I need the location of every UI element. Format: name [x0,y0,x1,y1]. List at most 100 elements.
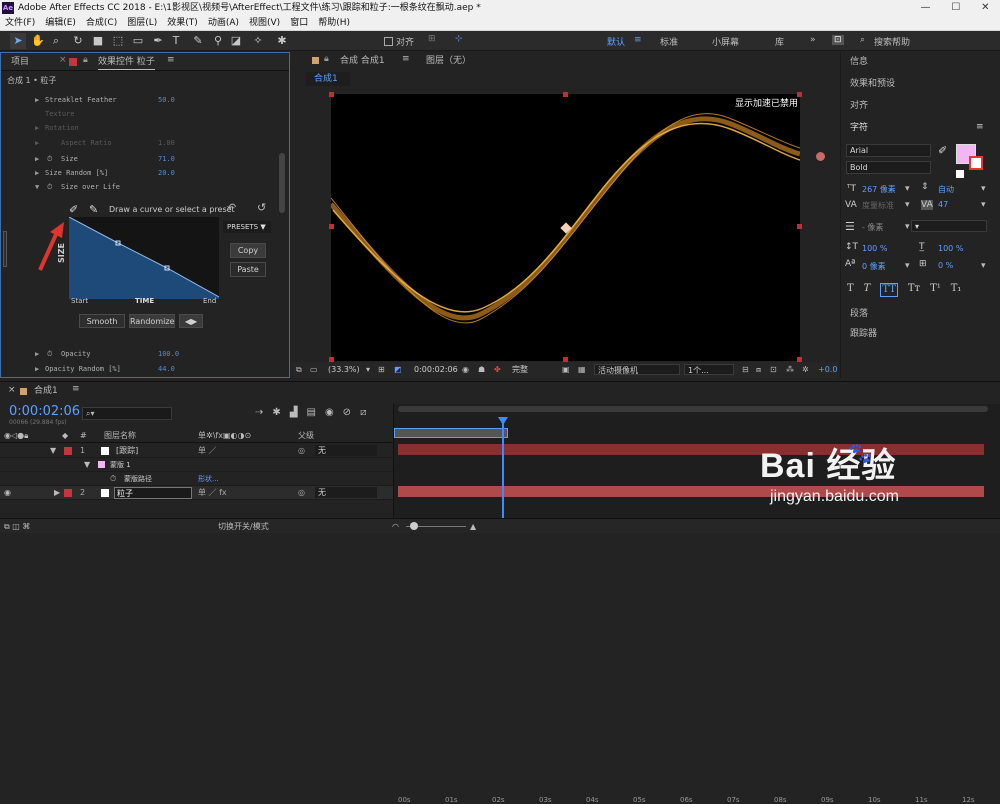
mask-name[interactable]: 蒙版 1 [110,458,131,472]
leading-value[interactable]: 自动 [938,184,954,195]
tab-effect-controls[interactable]: 效果控件 粒子 [98,55,155,70]
panel-menu-icon[interactable]: ≡ [976,122,984,132]
camera-tool-icon[interactable]: ■ [90,33,106,49]
workspace-more-icon[interactable]: » [810,35,816,45]
stroke-type-dropdown[interactable]: ▾ [911,220,987,232]
effects-presets-tab[interactable]: 效果和预设 [850,77,895,91]
kerning-value[interactable]: 度量标准 [862,200,894,211]
pickwhip-icon[interactable]: ◎ [298,444,305,458]
handle-mr[interactable] [797,224,802,229]
menu-animation[interactable]: 动画(A) [203,16,244,30]
panel-menu-icon[interactable]: ≡ [167,55,175,65]
rotate-tool-icon[interactable]: ↻ [70,33,86,49]
shy-layers-icon[interactable]: ▟ [290,407,298,421]
selection-tool-icon[interactable]: ➤ [10,33,26,49]
side-handle[interactable] [3,231,7,267]
subscript-button[interactable]: T₁ [951,283,962,297]
zoom-tool-icon[interactable]: ⌕ [48,33,64,49]
stopwatch-icon[interactable]: ⏱ [47,347,52,361]
clone-tool-icon[interactable]: ⚲ [210,33,226,49]
snap-checkbox[interactable] [384,37,393,46]
handle-tr[interactable] [797,92,802,97]
flip-button[interactable]: ◀▶ [179,314,203,328]
snap-option-icon[interactable]: ⊞ [428,34,436,44]
randomize-button[interactable]: Randomize [129,314,175,328]
layer-label-color[interactable] [64,489,72,497]
layer-row[interactable]: ▼ 1 [跟踪] 单 ／ ◎ 无 [0,444,393,458]
menu-edit[interactable]: 编辑(E) [40,16,81,30]
text-tool-icon[interactable]: T [168,33,184,49]
work-area-bar[interactable] [394,428,508,438]
menu-window[interactable]: 窗口 [285,16,313,30]
align-panel-tab[interactable]: 对齐 [850,99,868,113]
tab-composition[interactable]: 合成 合成1 [340,54,385,68]
menu-view[interactable]: 视图(V) [244,16,285,30]
brush-tool-icon[interactable]: ✎ [190,33,206,49]
panel-menu-icon[interactable]: ≡ [402,54,410,64]
horizontal-scale-value[interactable]: 100 % [938,244,963,253]
eyedropper-icon[interactable]: ✐ [69,203,78,216]
views-dropdown[interactable]: 1个... [684,364,734,375]
property-row[interactable]: ▶ Rotation [1,121,287,135]
timeline-search-input[interactable]: ⌕▾ [82,407,172,420]
reset-icon[interactable]: ↺ [257,201,266,214]
minimize-icon[interactable]: — [920,0,930,16]
copy-button[interactable]: Copy [230,243,266,258]
expand-arrow-icon[interactable]: ▶ [54,486,60,500]
small-caps-button[interactable]: Tт [908,283,920,297]
property-row[interactable]: ▶ Size Random [%] 20.0 [1,166,287,180]
graph-editor-icon[interactable]: ⊘ [343,407,351,421]
layer-name[interactable]: [跟踪] [116,444,138,458]
parent-dropdown[interactable]: 无 [315,445,377,456]
tsume-value[interactable]: 0 % [938,261,953,270]
font-style-dropdown[interactable]: Bold [846,161,931,174]
close-icon[interactable]: × [59,55,67,65]
tracker-panel-tab[interactable]: 跟踪器 [850,327,877,341]
menu-help[interactable]: 帮助(H) [313,16,355,30]
maximize-icon[interactable]: ☐ [951,0,960,16]
draft-3d-icon[interactable]: ✱ [272,407,280,421]
roto-brush-tool-icon[interactable]: ✧ [250,33,266,49]
navigator-bar[interactable] [398,406,988,412]
rectangle-tool-icon[interactable]: ▭ [130,33,146,49]
font-size-value[interactable]: 267 像素 [862,184,896,195]
playhead[interactable] [502,418,504,533]
eraser-tool-icon[interactable]: ◪ [228,33,244,49]
search-help-input[interactable]: 搜索帮助 [874,35,910,48]
property-row[interactable]: ▶ Streaklet Feather 50.0 [1,93,287,107]
handle-tl[interactable] [329,92,334,97]
composition-viewer[interactable]: 显示加速已禁用 [331,94,800,361]
stroke-width-value[interactable]: - 像素 [862,222,883,233]
all-caps-button[interactable]: TT [880,283,898,297]
comp-subtab[interactable]: 合成1 [306,72,350,86]
expand-arrow-icon[interactable]: ▼ [50,444,56,458]
exposure-value[interactable]: +0.0 [818,362,837,378]
pencil-icon[interactable]: ✎ [89,203,98,216]
stopwatch-icon[interactable]: ⏱ [47,180,52,194]
tab-layer[interactable]: 图层（无） [426,54,471,68]
snapshot-icon[interactable]: ◉ [462,362,469,378]
parent-dropdown[interactable]: 无 [315,487,377,498]
layer-row[interactable]: ⏱ 蒙版路径 形状... [0,472,393,486]
search-help-icon[interactable]: ⊡ [832,35,844,45]
size-over-life-graph[interactable] [69,217,219,299]
transparency-grid-icon[interactable]: ▦ [578,362,586,378]
lock-icon[interactable]: 🔒︎ [83,55,88,65]
menu-composition[interactable]: 合成(C) [81,16,122,30]
timeline-icon[interactable]: ⊡ [770,362,777,378]
tab-project[interactable]: 项目 [11,55,29,69]
smooth-button[interactable]: Smooth [79,314,125,328]
layer-switches[interactable]: 单 ／ fx [198,486,227,500]
stopwatch-icon[interactable]: ⏱ [47,152,52,166]
paragraph-panel-tab[interactable]: 段落 [850,307,868,321]
paste-button[interactable]: Paste [230,262,266,277]
layer-row[interactable]: ◉ ▶ 2 粒子 单 ／ fx ◎ 无 [0,486,393,500]
monitor-icon[interactable]: ▭ [310,362,318,378]
video-eye-icon[interactable]: ◉ [4,486,11,500]
close-icon[interactable]: × [8,385,16,395]
layer-switches[interactable]: 单 ／ [198,444,217,458]
stroke-color-swatch[interactable] [969,156,983,170]
show-snapshot-icon[interactable]: ☗ [478,362,485,378]
workspace-default[interactable]: 默认 [607,35,625,48]
snap-target-icon[interactable]: ⊹ [455,34,463,44]
